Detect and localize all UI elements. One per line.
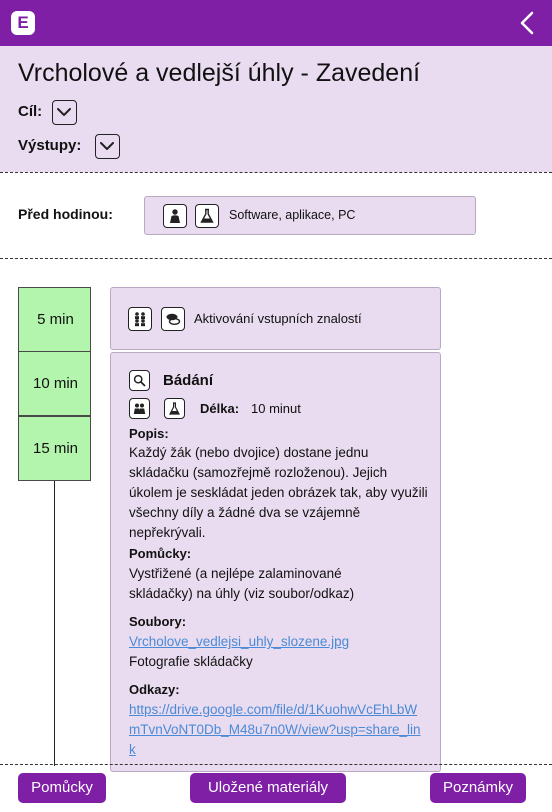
before-class-label: Před hodinou: [18, 206, 113, 222]
notes-button[interactable]: Poznámky [430, 773, 526, 803]
flask-icon [195, 204, 219, 228]
activity-title: Aktivování vstupních znalostí [194, 311, 362, 326]
lesson-header: Vrcholové a vedlejší úhly - Zavedení Cíl… [0, 46, 552, 172]
back-button[interactable] [516, 10, 538, 36]
external-link[interactable]: https://drive.google.com/file/d/1KuohwVc… [129, 700, 425, 760]
file-link[interactable]: Vrcholove_vedlejsi_uhly_slozene.jpg [129, 632, 349, 652]
time-slot-label: 15 min [32, 440, 79, 457]
time-slot[interactable]: 5 min [18, 287, 91, 352]
logo-letter: E [17, 13, 29, 32]
time-slot[interactable]: 15 min [18, 416, 91, 481]
divider [0, 764, 552, 765]
divider [0, 172, 552, 173]
tools-text: Vystřižené (a nejlépe zalaminované sklád… [129, 566, 355, 601]
group-icon [128, 307, 152, 331]
app-logo[interactable]: E [11, 11, 35, 35]
magnifier-icon [129, 370, 150, 391]
divider [0, 258, 552, 259]
files-label: Soubory: [129, 614, 187, 629]
chevron-left-icon [520, 11, 534, 35]
saved-materials-button[interactable]: Uložené materiály [190, 773, 346, 803]
file-caption: Fotografie skládačky [129, 654, 253, 669]
goal-label: Cíl: [18, 103, 43, 120]
before-class-box: Software, aplikace, PC [144, 196, 476, 235]
links-label: Odkazy: [129, 682, 180, 697]
time-slot-label: 5 min [37, 311, 74, 328]
length-value: 10 minut [251, 401, 301, 416]
length-label: Délka: [200, 401, 240, 416]
flask-icon [164, 398, 185, 419]
activity-card[interactable]: Aktivování vstupních znalostí [110, 287, 441, 350]
description-label: Popis: [129, 426, 169, 441]
activity-card-expanded[interactable]: Bádání Délka: 10 minut Popis: Každý žák … [110, 352, 441, 772]
activity-title: Bádání [163, 372, 214, 389]
time-slot-label: 10 min [32, 375, 79, 392]
tools-button[interactable]: Pomůcky [18, 773, 106, 803]
outputs-dropdown[interactable] [95, 134, 120, 159]
tools-label: Pomůcky: [129, 546, 192, 561]
chevron-down-icon [100, 142, 114, 150]
goal-dropdown[interactable] [52, 100, 77, 125]
timeline-line [54, 481, 55, 766]
before-class-text: Software, aplikace, PC [229, 208, 356, 222]
lesson-title: Vrcholové a vedlejší úhly - Zavedení [18, 59, 421, 87]
teacher-icon [163, 204, 187, 228]
chevron-down-icon [57, 108, 71, 116]
discussion-icon [161, 307, 185, 331]
time-slot[interactable]: 10 min [18, 351, 91, 416]
top-bar: E [0, 0, 552, 46]
description-text: Každý žák (nebo dvojice) dostane jednu s… [129, 445, 428, 540]
pair-icon [129, 398, 150, 419]
outputs-label: Výstupy: [18, 137, 82, 154]
